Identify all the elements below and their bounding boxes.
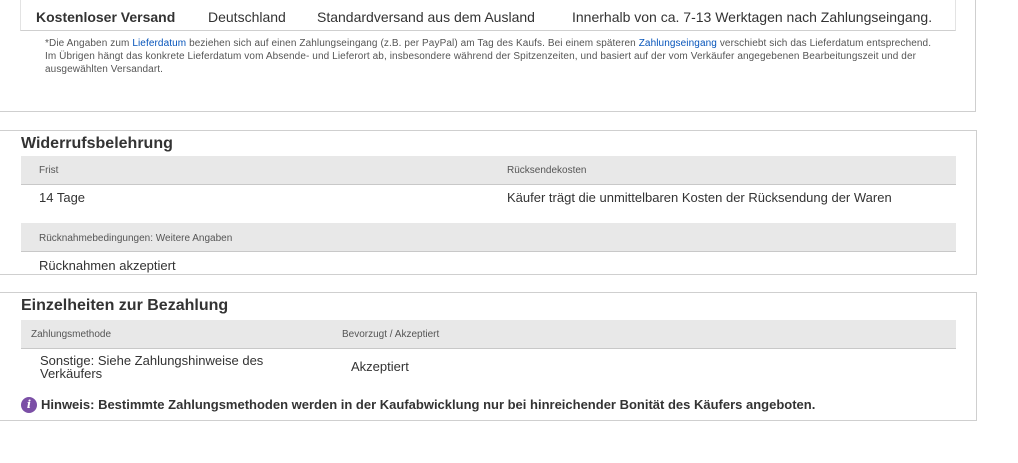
delivery-date-note: *Die Angaben zum Lieferdatum beziehen si…	[45, 37, 945, 76]
returns-title: Widerrufsbelehrung	[21, 135, 173, 152]
returns-section: Widerrufsbelehrung Frist Rücksendekosten…	[0, 130, 977, 275]
returns-period-value: 14 Tage	[39, 190, 86, 205]
payment-status-header: Bevorzugt / Akzeptiert	[342, 329, 440, 340]
return-costs-value: Käufer trägt die unmittelbaren Kosten de…	[507, 190, 892, 205]
returns-conditions-header-row: Rücknahmebedingungen: Weitere Angaben	[21, 223, 956, 252]
shipping-row: Kostenloser Versand Deutschland Standard…	[20, 0, 956, 31]
shipping-country: Deutschland	[208, 9, 286, 25]
returns-conditions-header: Rücknahmebedingungen: Weitere Angaben	[39, 233, 233, 244]
note-text: beziehen sich auf einen Zahlungseingang …	[186, 38, 639, 49]
shipping-method: Standardversand aus dem Ausland	[317, 9, 535, 25]
payment-status-value: Akzeptiert	[351, 359, 409, 374]
payment-method-header: Zahlungsmethode	[31, 329, 112, 340]
info-icon: i	[21, 397, 37, 413]
returns-conditions-value: Rücknahmen akzeptiert	[39, 258, 176, 273]
return-costs-header: Rücksendekosten	[507, 165, 587, 176]
note-text: *Die Angaben zum	[45, 38, 133, 49]
shipping-delivery-time: Innerhalb von ca. 7-13 Werktagen nach Za…	[572, 9, 933, 25]
returns-period-header: Frist	[39, 165, 59, 176]
payment-method-line2: Verkäufers	[40, 366, 103, 381]
lieferdatum-link[interactable]: Lieferdatum	[132, 38, 186, 49]
shipping-service: Kostenloser Versand	[36, 9, 176, 25]
payment-title: Einzelheiten zur Bezahlung	[21, 297, 229, 314]
returns-header-row: Frist Rücksendekosten	[21, 156, 956, 185]
payment-header-row: Zahlungsmethode Bevorzugt / Akzeptiert	[21, 320, 956, 349]
payment-hint: Hinweis: Bestimmte Zahlungsmethoden werd…	[41, 397, 816, 412]
zahlungseingang-link[interactable]: Zahlungseingang	[639, 38, 717, 49]
